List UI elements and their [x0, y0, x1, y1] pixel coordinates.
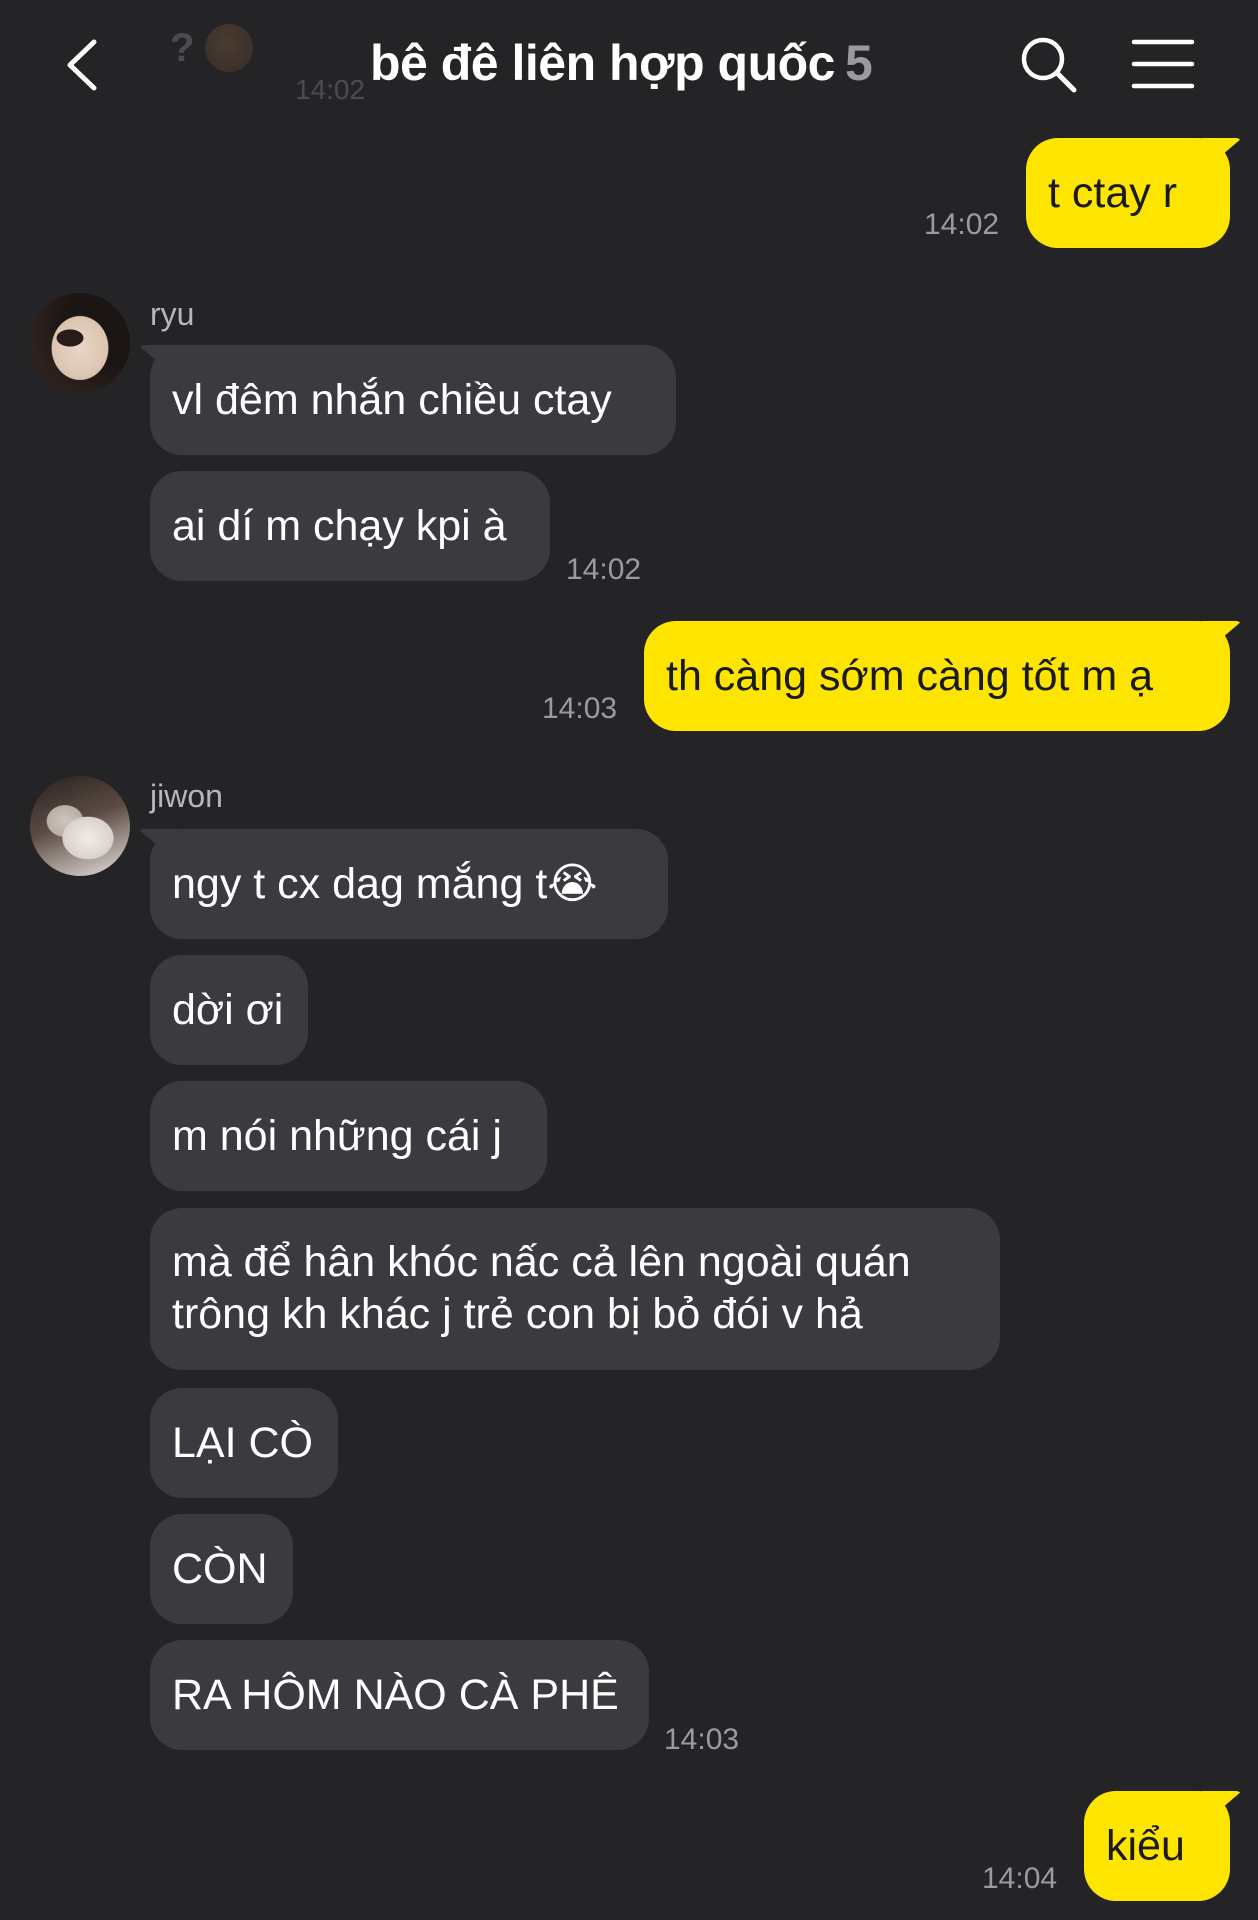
incoming-message-bubble[interactable]: m nói những cái j — [150, 1081, 547, 1191]
chevron-left-icon — [67, 39, 97, 91]
incoming-message-bubble[interactable]: CÒN — [150, 1514, 293, 1624]
back-button[interactable] — [52, 30, 122, 100]
outgoing-message-bubble[interactable]: th càng sớm càng tốt m ạ — [644, 621, 1230, 731]
scrolled-message-peek: ? 14:02 — [160, 14, 365, 105]
sender-name: jiwon — [150, 778, 223, 814]
member-count: 5 — [844, 35, 873, 91]
chat-name: bê đê liên hợp quốc — [370, 35, 835, 91]
incoming-message-bubble[interactable]: ai dí m chạy kpi à — [150, 471, 550, 581]
outgoing-message-bubble[interactable]: t ctay r — [1026, 138, 1230, 248]
avatar-jiwon[interactable] — [30, 776, 130, 876]
sender-name: ryu — [150, 296, 195, 332]
incoming-message-bubble[interactable]: RA HÔM NÀO CÀ PHÊ — [150, 1640, 649, 1750]
message-time: 14:03 — [542, 692, 618, 725]
search-button[interactable] — [1016, 32, 1080, 96]
incoming-message-bubble[interactable]: LẠI CÒ — [150, 1388, 338, 1498]
incoming-message-bubble[interactable]: vl đêm nhắn chiều ctay — [150, 345, 676, 455]
outgoing-message-bubble[interactable]: kiểu — [1084, 1791, 1230, 1901]
incoming-message-bubble[interactable]: dời ơi — [150, 955, 308, 1065]
incoming-message-bubble[interactable]: ngy t cx dag mắng t😭 — [150, 829, 668, 939]
peek-emoji — [205, 24, 253, 72]
message-time: 14:03 — [664, 1723, 740, 1756]
chat-title: bê đê liên hợp quốc 5 — [370, 34, 873, 94]
message-time: 14:02 — [566, 553, 642, 586]
avatar-ryu[interactable] — [30, 293, 130, 393]
chat-header: ? 14:02 bê đê liên hợp quốc 5 — [0, 0, 1258, 130]
menu-button[interactable] — [1130, 36, 1196, 92]
hamburger-menu-icon — [1131, 39, 1195, 89]
incoming-message-bubble[interactable]: mà để hân khóc nấc cả lên ngoài quán trô… — [150, 1208, 1000, 1370]
search-icon — [1021, 37, 1077, 93]
message-time: 14:02 — [924, 208, 1000, 241]
message-time: 14:04 — [982, 1862, 1058, 1895]
peek-question: ? — [170, 26, 195, 70]
peek-time: 14:02 — [295, 74, 366, 105]
